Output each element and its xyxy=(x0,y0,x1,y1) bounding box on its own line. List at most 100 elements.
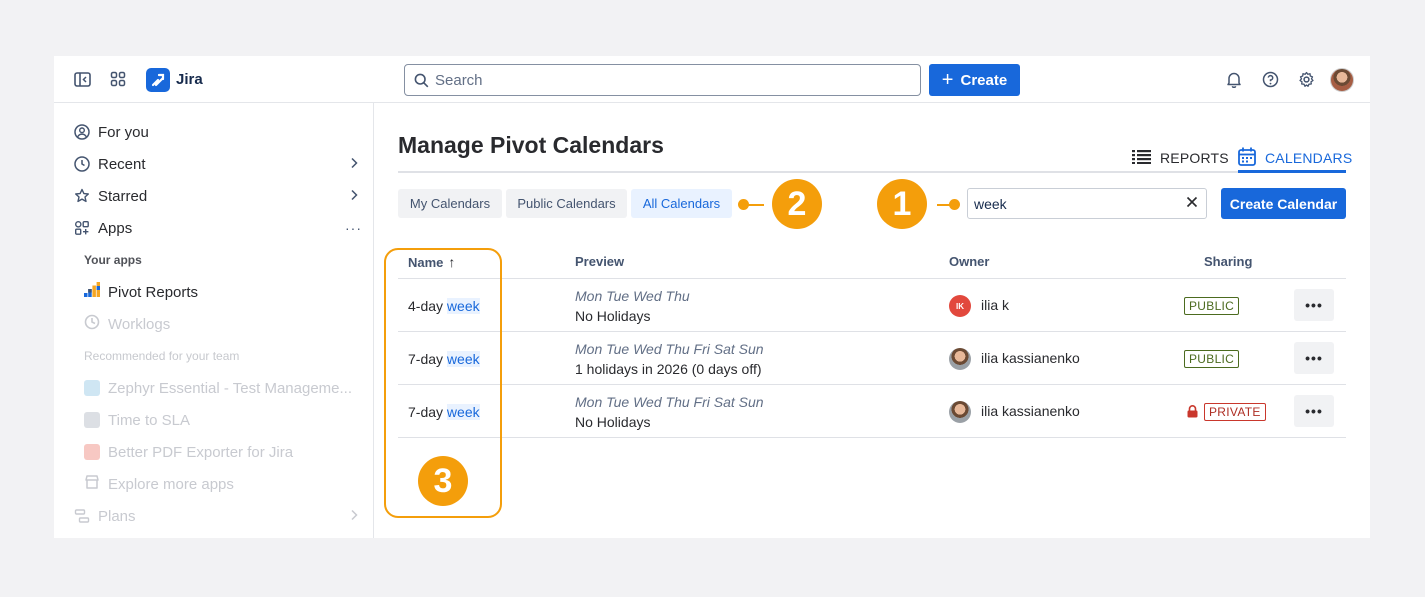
active-tab-indicator xyxy=(1238,170,1346,173)
bell-icon[interactable] xyxy=(1223,68,1245,90)
search-icon xyxy=(414,73,429,92)
list-icon xyxy=(1132,149,1151,167)
sidebar-item-for-you[interactable]: For you xyxy=(74,120,364,144)
callout-connector-dot xyxy=(949,199,960,210)
owner-name: ilia kassianenko xyxy=(981,403,1080,419)
store-icon xyxy=(84,474,100,494)
create-button[interactable]: + Create xyxy=(929,64,1020,96)
plans-icon xyxy=(74,508,90,524)
filter-my-calendars[interactable]: My Calendars xyxy=(398,189,502,218)
preview-holidays: 1 holidays in 2026 (0 days off) xyxy=(575,361,762,377)
owner-avatar xyxy=(949,401,971,423)
more-actions-button[interactable]: ••• xyxy=(1294,289,1334,321)
lock-icon xyxy=(1187,405,1198,423)
sidebar-app-zephyr[interactable]: Zephyr Essential - Test Manageme... xyxy=(84,377,352,399)
table-row[interactable]: 7-day week Mon Tue Wed Thu Fri Sat Sun 1… xyxy=(398,332,1346,385)
callout-connector-line xyxy=(744,204,764,206)
sharing-badge: PUBLIC xyxy=(1184,350,1240,368)
sidebar-app-better-pdf[interactable]: Better PDF Exporter for Jira xyxy=(84,441,293,463)
sidebar-item-label: Recent xyxy=(98,155,146,173)
time-to-sla-icon xyxy=(84,412,100,428)
sidebar-explore-apps[interactable]: Explore more apps xyxy=(84,473,234,495)
pdf-exporter-icon xyxy=(84,444,100,460)
tab-reports[interactable]: REPORTS xyxy=(1132,147,1229,169)
sharing-badge: PUBLIC xyxy=(1184,297,1240,315)
preview-days: Mon Tue Wed Thu Fri Sat Sun xyxy=(575,341,764,357)
sidebar-app-time-to-sla[interactable]: Time to SLA xyxy=(84,409,190,431)
sidebar: For you Recent Starred Apps ··· Your app… xyxy=(54,103,374,538)
preview-days: Mon Tue Wed Thu Fri Sat Sun xyxy=(575,394,764,410)
sidebar-item-label: Starred xyxy=(98,187,148,205)
jira-window: Jira Search + Create For you Recent Star… xyxy=(54,56,1370,538)
sidebar-app-pivot-reports[interactable]: Pivot Reports xyxy=(84,281,198,303)
your-apps-heading: Your apps xyxy=(84,253,142,267)
app-label: Time to SLA xyxy=(108,411,190,429)
top-navigation-bar: Jira Search + Create xyxy=(54,56,1370,103)
app-label: Explore more apps xyxy=(108,475,234,493)
tab-label: CALENDARS xyxy=(1265,150,1353,166)
sidebar-toggle-icon[interactable] xyxy=(71,68,93,90)
app-title[interactable]: Jira xyxy=(176,71,203,88)
sidebar-item-apps[interactable]: Apps ··· xyxy=(74,216,364,240)
filter-public-calendars[interactable]: Public Calendars xyxy=(506,189,627,218)
search-input[interactable]: Search xyxy=(404,64,921,96)
column-header-owner: Owner xyxy=(949,254,990,269)
sidebar-app-worklogs[interactable]: Worklogs xyxy=(84,313,170,335)
sidebar-item-label: For you xyxy=(98,123,149,141)
jira-logo-icon[interactable] xyxy=(146,68,170,92)
chevron-right-icon[interactable] xyxy=(350,508,358,525)
app-label: Worklogs xyxy=(108,315,171,333)
create-label: Create xyxy=(960,71,1008,89)
callout-badge-1: 1 xyxy=(877,179,927,229)
preview-holidays: No Holidays xyxy=(575,414,651,430)
chevron-right-icon[interactable] xyxy=(350,156,358,173)
page-title: Manage Pivot Calendars xyxy=(398,132,664,158)
more-actions-button[interactable]: ••• xyxy=(1294,395,1334,427)
clock-icon xyxy=(74,156,90,172)
search-placeholder: Search xyxy=(435,71,483,89)
clear-icon[interactable] xyxy=(1186,195,1198,213)
app-label: Better PDF Exporter for Jira xyxy=(108,443,294,461)
create-calendar-button[interactable]: Create Calendar xyxy=(1221,188,1346,219)
column-header-sharing: Sharing xyxy=(1204,254,1253,269)
help-icon[interactable] xyxy=(1259,68,1281,90)
tab-calendars[interactable]: CALENDARS xyxy=(1238,147,1352,169)
owner-avatar: IK xyxy=(949,295,971,317)
star-icon xyxy=(74,188,90,204)
zephyr-icon xyxy=(84,380,100,396)
apps-icon xyxy=(74,220,90,236)
table-row[interactable]: 7-day week Mon Tue Wed Thu Fri Sat Sun N… xyxy=(398,385,1346,438)
app-label: Zephyr Essential - Test Manageme... xyxy=(108,379,352,397)
callout-badge-3: 3 xyxy=(418,456,468,506)
tab-label: REPORTS xyxy=(1160,150,1229,166)
calendar-icon xyxy=(1238,147,1256,169)
sidebar-item-starred[interactable]: Starred xyxy=(74,184,364,208)
main-content: Manage Pivot Calendars REPORTS CALENDARS… xyxy=(374,103,1370,538)
preview-holidays: No Holidays xyxy=(575,308,651,324)
sharing-badge: PRIVATE xyxy=(1204,403,1266,421)
sidebar-item-label: Apps xyxy=(98,219,133,237)
chevron-right-icon[interactable] xyxy=(350,188,358,205)
recommended-heading: Recommended for your team xyxy=(84,349,240,363)
app-label: Pivot Reports xyxy=(108,283,199,301)
callout-badge-2: 2 xyxy=(772,179,822,229)
column-header-preview: Preview xyxy=(575,254,625,269)
owner-name: ilia kassianenko xyxy=(981,350,1080,366)
worklogs-icon xyxy=(84,314,100,334)
more-options-icon[interactable]: ··· xyxy=(345,220,362,236)
calendar-search-input[interactable]: week xyxy=(967,188,1207,219)
user-avatar[interactable] xyxy=(1330,68,1354,92)
table-row[interactable]: 4-day week Mon Tue Wed Thu No Holidays I… xyxy=(398,279,1346,332)
search-value: week xyxy=(974,195,1007,212)
more-actions-button[interactable]: ••• xyxy=(1294,342,1334,374)
gear-icon[interactable] xyxy=(1295,68,1317,90)
owner-avatar xyxy=(949,348,971,370)
app-switcher-icon[interactable] xyxy=(107,68,129,90)
tabs-divider xyxy=(398,171,1346,173)
owner-name: ilia k xyxy=(981,297,1010,313)
sidebar-item-recent[interactable]: Recent xyxy=(74,152,364,176)
plus-icon: + xyxy=(941,69,954,91)
sidebar-item-plans[interactable]: Plans xyxy=(74,504,364,528)
filter-all-calendars[interactable]: All Calendars xyxy=(631,189,732,218)
pivot-reports-icon xyxy=(84,282,100,302)
